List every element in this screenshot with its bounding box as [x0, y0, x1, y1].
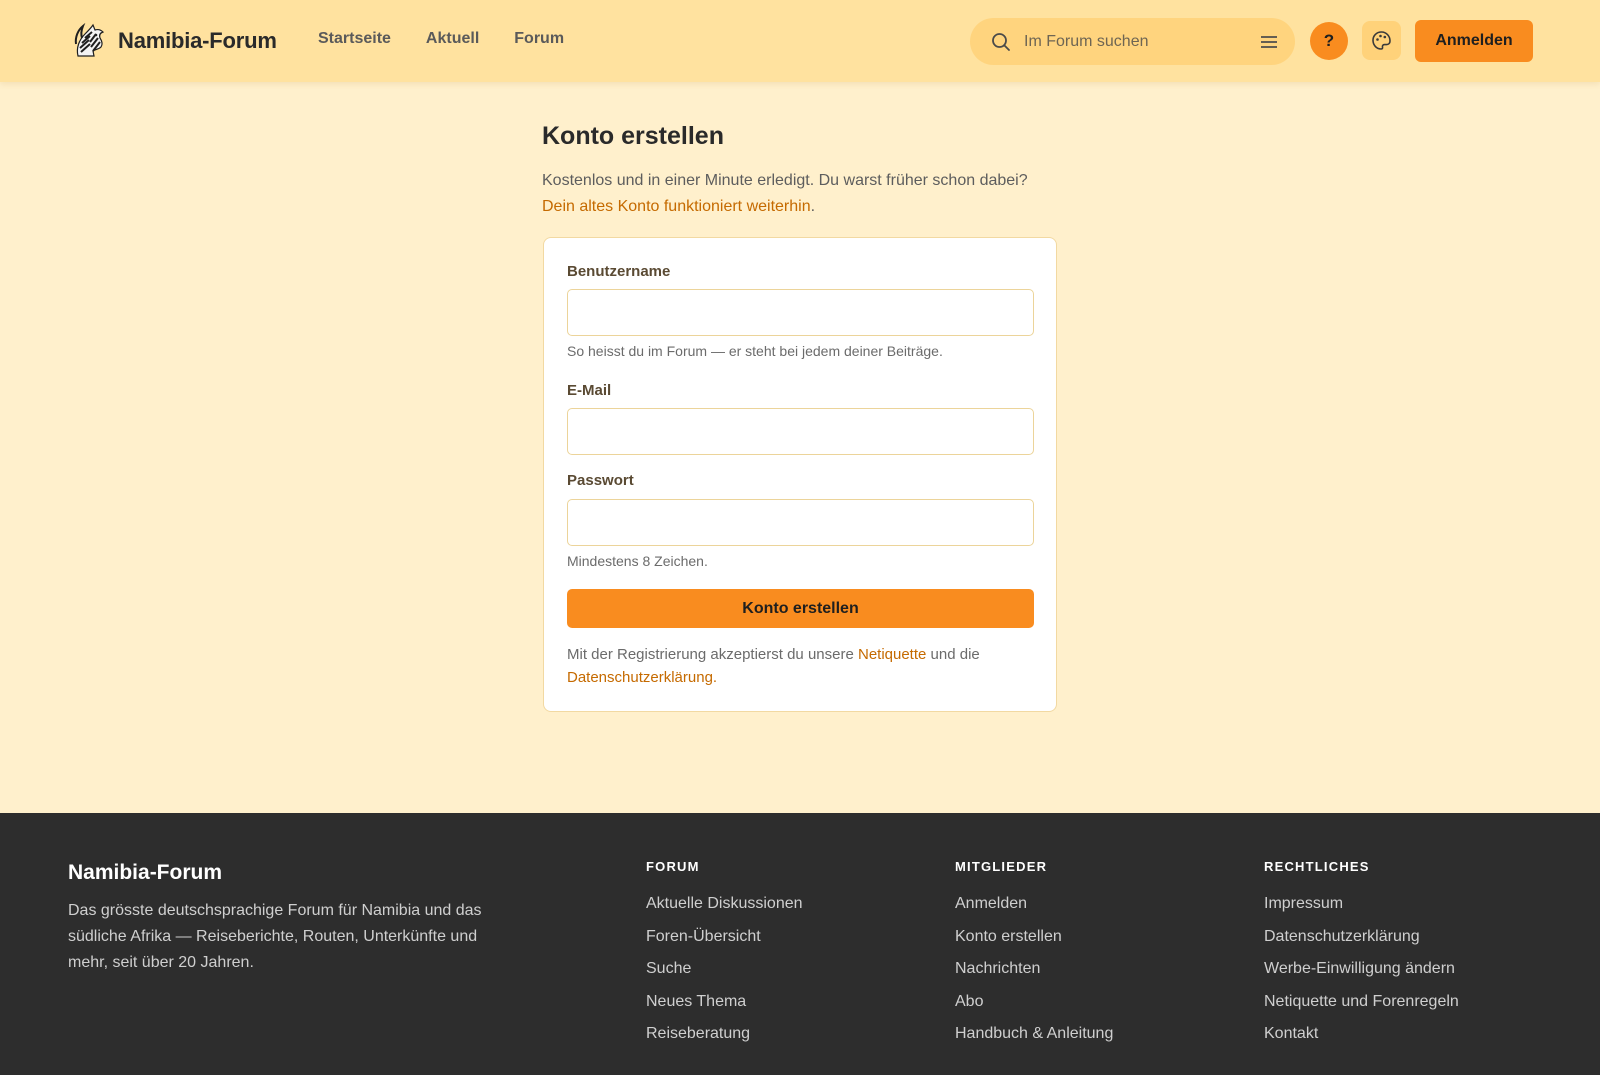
main-nav: Startseite Aktuell Forum: [318, 30, 599, 48]
old-account-link[interactable]: Dein altes Konto funktioniert weiterhin: [542, 198, 811, 215]
login-button[interactable]: Anmelden: [1415, 20, 1533, 62]
password-field[interactable]: [567, 499, 1034, 546]
nav-forum[interactable]: Forum: [514, 30, 564, 48]
username-hint: So heisst du im Forum — er steht bei jed…: [567, 343, 943, 359]
palette-icon: [1372, 31, 1391, 50]
help-button[interactable]: ?: [1310, 22, 1348, 60]
footer-link[interactable]: Werbe-Einwilligung ändern: [1264, 957, 1459, 990]
username-label: Benutzername: [567, 263, 671, 280]
search-input[interactable]: [1024, 18, 1229, 65]
nav-startseite[interactable]: Startseite: [318, 30, 391, 48]
zebra-logo-icon: [74, 22, 105, 57]
site-header: Namibia-Forum Startseite Aktuell Forum ?…: [0, 0, 1600, 82]
footer-column-mitglieder: MITGLIEDER Anmelden Konto erstellen Nach…: [955, 859, 1113, 1055]
footer-column-title: FORUM: [646, 859, 700, 874]
footer-description: Das grösste deutschsprachige Forum für N…: [68, 902, 482, 971]
footer-link[interactable]: Nachrichten: [955, 957, 1113, 990]
privacy-link[interactable]: Datenschutzerklärung: [567, 669, 713, 686]
footer-link[interactable]: Netiquette und Forenregeln: [1264, 990, 1459, 1023]
search-icon[interactable]: [990, 31, 1012, 53]
footer-link[interactable]: Reiseberatung: [646, 1022, 803, 1055]
intro-sentence: Kostenlos und in einer Minute erledigt. …: [542, 172, 1028, 189]
netiquette-link[interactable]: Netiquette: [858, 646, 926, 663]
nav-aktuell[interactable]: Aktuell: [426, 30, 479, 48]
footer-link[interactable]: Suche: [646, 957, 803, 990]
footer-link[interactable]: Handbuch & Anleitung: [955, 1022, 1113, 1055]
email-field[interactable]: [567, 408, 1034, 455]
footer-link[interactable]: Anmelden: [955, 892, 1113, 925]
footer-link[interactable]: Neues Thema: [646, 990, 803, 1023]
terms-suffix: .: [712, 669, 718, 686]
footer-column-title: MITGLIEDER: [955, 859, 1048, 874]
terms-text: Mit der Registrierung akzeptierst du uns…: [567, 643, 1037, 689]
terms-prefix: Mit der Registrierung akzeptierst du uns…: [567, 646, 858, 663]
email-label: E-Mail: [567, 382, 612, 399]
footer-column-title: RECHTLICHES: [1264, 859, 1370, 874]
footer-link[interactable]: Konto erstellen: [955, 925, 1113, 958]
signup-form: Benutzername So heisst du im Forum — er …: [543, 237, 1057, 712]
page-title: Konto erstellen: [542, 122, 724, 150]
terms-middle: und die: [926, 646, 980, 663]
footer-link[interactable]: Datenschutzerklärung: [1264, 925, 1459, 958]
username-field[interactable]: [567, 289, 1034, 336]
footer-link[interactable]: Aktuelle Diskussionen: [646, 892, 803, 925]
footer-link[interactable]: Kontakt: [1264, 1022, 1459, 1055]
footer-column-forum: FORUM Aktuelle Diskussionen Foren-Übersi…: [646, 859, 803, 1055]
search-bar: [970, 18, 1295, 65]
site-footer: Namibia-Forum Das grösste deutschsprachi…: [0, 813, 1600, 1075]
footer-link[interactable]: Abo: [955, 990, 1113, 1023]
footer-link[interactable]: Impressum: [1264, 892, 1459, 925]
intro-link-suffix: .: [810, 198, 816, 215]
footer-column-rechtliches: RECHTLICHES Impressum Datenschutzerkläru…: [1264, 859, 1459, 1055]
brand-link[interactable]: Namibia-Forum: [70, 22, 277, 60]
brand-name: Namibia-Forum: [118, 28, 277, 53]
footer-brand: Namibia-Forum: [68, 861, 223, 884]
password-hint: Mindestens 8 Zeichen.: [567, 553, 708, 569]
intro-text: Kostenlos und in einer Minute erledigt. …: [542, 168, 1062, 220]
create-account-button[interactable]: Konto erstellen: [567, 589, 1034, 628]
footer-link[interactable]: Foren-Übersicht: [646, 925, 803, 958]
filter-lines-icon[interactable]: [1259, 32, 1279, 52]
password-label: Passwort: [567, 472, 634, 489]
theme-button[interactable]: [1362, 21, 1401, 60]
